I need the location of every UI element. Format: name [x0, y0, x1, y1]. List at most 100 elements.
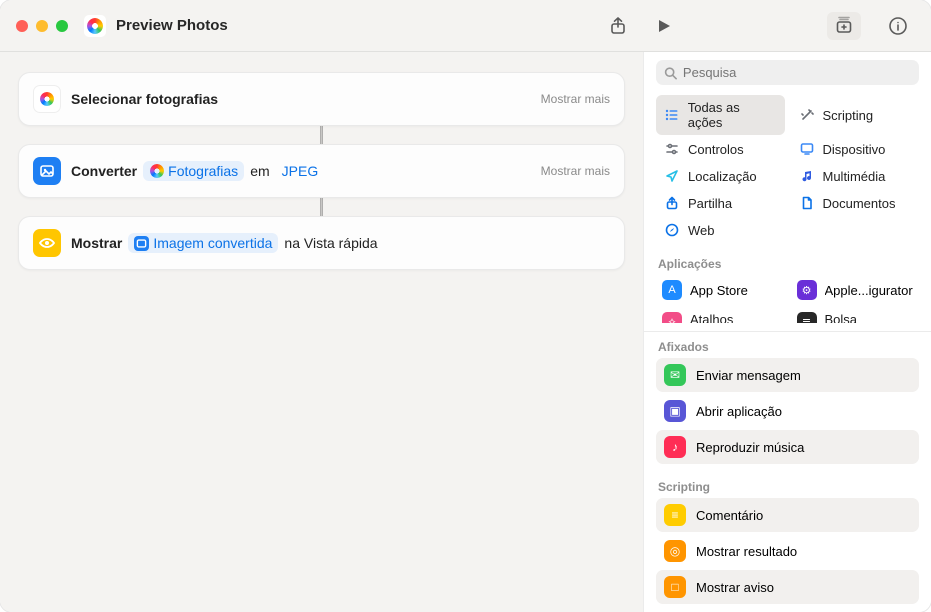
show-more-button[interactable]: Mostrar mais	[541, 164, 610, 178]
action-body: Converter Fotografias em JPEG	[71, 161, 324, 181]
filter-label: Localização	[688, 169, 757, 184]
filter-multim-dia[interactable]: Multimédia	[791, 163, 920, 189]
action-item[interactable]: ≡ Comentário	[656, 498, 919, 532]
shortcut-icon	[84, 15, 106, 37]
app-item[interactable]: ≣ Bolsa	[791, 307, 920, 323]
action-body: Selecionar fotografias	[71, 91, 218, 107]
music-icon	[799, 168, 815, 184]
app-label: Bolsa	[825, 312, 858, 323]
library-sidebar: Todas as ações Scripting Controlos Disposit…	[643, 52, 931, 612]
action-card[interactable]: Selecionar fotografias Mostrar mais	[18, 72, 625, 126]
filter-label: Controlos	[688, 142, 744, 157]
app-item[interactable]: AApp Store	[656, 275, 785, 305]
run-icon[interactable]	[651, 13, 677, 39]
action-list: ≡ Comentário ◎ Mostrar resultado □Mostrar av…	[644, 498, 931, 612]
filter-partilha[interactable]: Partilha	[656, 190, 785, 216]
action-item-label: Abrir aplicação	[696, 404, 782, 419]
shareup-icon	[664, 195, 680, 211]
main-area: Selecionar fotografiasMostrar maisConver…	[0, 52, 931, 612]
variable-pill[interactable]: Imagem convertida	[128, 233, 278, 253]
action-list: ✉ Enviar mensagem ▣Abrir aplicação♪Reprodu…	[644, 358, 931, 474]
app-item[interactable]: ⟡ Atalhos	[656, 307, 785, 323]
workflow-editor[interactable]: Selecionar fotografiasMostrar maisConver…	[0, 52, 643, 612]
list-icon	[664, 107, 680, 123]
section-header: Aplicações	[644, 251, 931, 275]
window-title: Preview Photos	[116, 17, 228, 34]
filter-label: Todas as ações	[688, 100, 777, 130]
variable-pill[interactable]: Fotografias	[143, 161, 244, 181]
filter-label: Documentos	[823, 196, 896, 211]
action-item-label: Mostrar resultado	[696, 544, 797, 559]
variable-pill[interactable]: JPEG	[276, 161, 325, 181]
app-label: Atalhos	[690, 312, 733, 323]
action-title: Converter	[71, 163, 137, 179]
action-item[interactable]: ◎ Mostrar resultado	[656, 534, 919, 568]
action-text: em	[250, 163, 269, 179]
action-item[interactable]: ♪Reproduzir música	[656, 430, 919, 464]
filter-documentos[interactable]: Documentos	[791, 190, 920, 216]
minimize-window-button[interactable]	[36, 20, 48, 32]
filter-scripting[interactable]: Scripting	[791, 95, 920, 135]
display-icon	[799, 141, 815, 157]
action-text: na Vista rápida	[284, 235, 377, 251]
app-item[interactable]: ⚙ Apple...igurator	[791, 275, 920, 305]
filter-label: Partilha	[688, 196, 732, 211]
filter-dispositivo[interactable]: Dispositivo	[791, 136, 920, 162]
doc-icon	[799, 195, 815, 211]
action-card[interactable]: Converter Fotografias em JPEG Mostrar mais	[18, 144, 625, 198]
search-field[interactable]	[656, 60, 919, 85]
action-item[interactable]: ✎Pedir entrada	[656, 606, 919, 612]
action-title: Selecionar fotografias	[71, 91, 218, 107]
close-window-button[interactable]	[16, 20, 28, 32]
wand-icon	[799, 107, 815, 123]
action-connector	[18, 198, 625, 216]
app-grid: AApp Store ⚙ Apple...igurator ⟡ Atalhos ≣ Bols…	[644, 275, 931, 329]
sliders-icon	[664, 141, 680, 157]
action-connector	[18, 126, 625, 144]
section-header: Afixados	[644, 334, 931, 358]
action-item-icon: ♪	[664, 436, 686, 458]
action-icon	[33, 229, 61, 257]
pill-label: Fotografias	[168, 163, 238, 179]
show-more-button[interactable]: Mostrar mais	[541, 92, 610, 106]
category-filters: Todas as ações Scripting Controlos Disposit…	[644, 93, 931, 251]
action-item-icon: ✉	[664, 364, 686, 386]
action-item[interactable]: ▣Abrir aplicação	[656, 394, 919, 428]
section-header: Scripting	[644, 474, 931, 498]
location-icon	[664, 168, 680, 184]
app-icon: ≣	[797, 312, 817, 323]
shortcuts-window: Preview Photos Selecionar fotografias Mos…	[0, 0, 931, 612]
titlebar: Preview Photos	[0, 0, 931, 52]
action-card[interactable]: Mostrar Imagem convertida na Vista rápida	[18, 216, 625, 270]
library-toggle-icon[interactable]	[827, 12, 861, 40]
action-item[interactable]: ✉ Enviar mensagem	[656, 358, 919, 392]
filter-label: Dispositivo	[823, 142, 886, 157]
filter-controlos[interactable]: Controlos	[656, 136, 785, 162]
pill-icon	[149, 164, 164, 179]
info-icon[interactable]	[881, 12, 915, 40]
app-label: Apple...igurator	[825, 283, 913, 298]
action-item[interactable]: □Mostrar aviso	[656, 570, 919, 604]
action-item-label: Mostrar aviso	[696, 580, 774, 595]
share-icon[interactable]	[605, 13, 631, 39]
search-input[interactable]	[683, 65, 911, 80]
action-icon	[33, 157, 61, 185]
action-title: Mostrar	[71, 235, 122, 251]
filter-localiza-o[interactable]: Localização	[656, 163, 785, 189]
filter-label: Web	[688, 223, 715, 238]
filter-label: Multimédia	[823, 169, 886, 184]
pill-icon	[134, 236, 149, 251]
app-icon: ⚙	[797, 280, 817, 300]
action-item-icon: ≡	[664, 504, 686, 526]
action-item-label: Enviar mensagem	[696, 368, 801, 383]
filter-label: Scripting	[823, 108, 874, 123]
traffic-lights	[16, 20, 68, 32]
action-item-icon: ◎	[664, 540, 686, 562]
app-icon: ⟡	[662, 312, 682, 323]
zoom-window-button[interactable]	[56, 20, 68, 32]
app-label: App Store	[690, 283, 748, 298]
filter-todas-as-a-es[interactable]: Todas as ações	[656, 95, 785, 135]
action-item-label: Comentário	[696, 508, 763, 523]
safari-icon	[664, 222, 680, 238]
filter-web[interactable]: Web	[656, 217, 785, 243]
